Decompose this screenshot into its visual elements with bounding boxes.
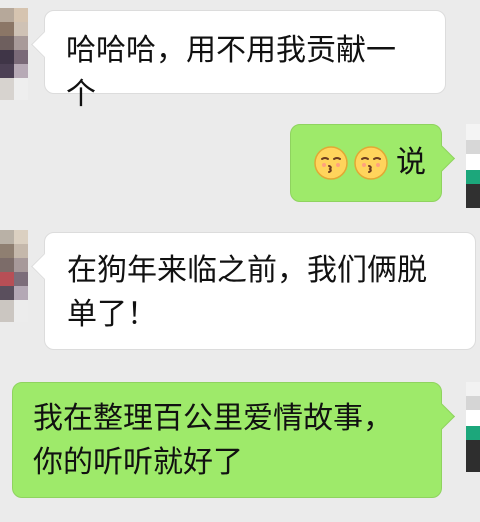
message-bubble-received[interactable]: 哈哈哈，用不用我贡献一个 (31, 10, 446, 112)
message-text: 哈哈哈，用不用我贡献一个 (66, 33, 396, 112)
bubble-tail (428, 145, 455, 172)
message-text: 我在整理百公里爱情故事， 你的听听就好了 (33, 401, 393, 480)
kissing-face-emoji-icon (354, 146, 388, 180)
message-text: 在狗年来临之前，我们俩脱 单了！ (67, 253, 427, 332)
chat-window: 哈哈哈，用不用我贡献一个 说 在狗年来临之前，我们俩脱 单了！ 我在整理百公里爱… (0, 0, 480, 522)
bubble-tail (428, 403, 455, 430)
message-bubble-sent[interactable]: 我在整理百公里爱情故事， 你的听听就好了 (12, 382, 455, 498)
contact-avatar[interactable] (0, 8, 28, 100)
message-bubble-received[interactable]: 在狗年来临之前，我们俩脱 单了！ (31, 232, 476, 350)
bubble-tail (31, 253, 58, 280)
message-text: 说 (396, 145, 426, 180)
emoji-message-row: 说 (313, 125, 426, 201)
my-avatar[interactable] (466, 124, 480, 208)
contact-avatar[interactable] (0, 230, 28, 322)
my-avatar[interactable] (466, 382, 480, 472)
bubble-tail (31, 31, 58, 58)
kissing-face-emoji-icon (314, 146, 348, 180)
message-bubble-sent[interactable]: 说 (290, 124, 455, 202)
